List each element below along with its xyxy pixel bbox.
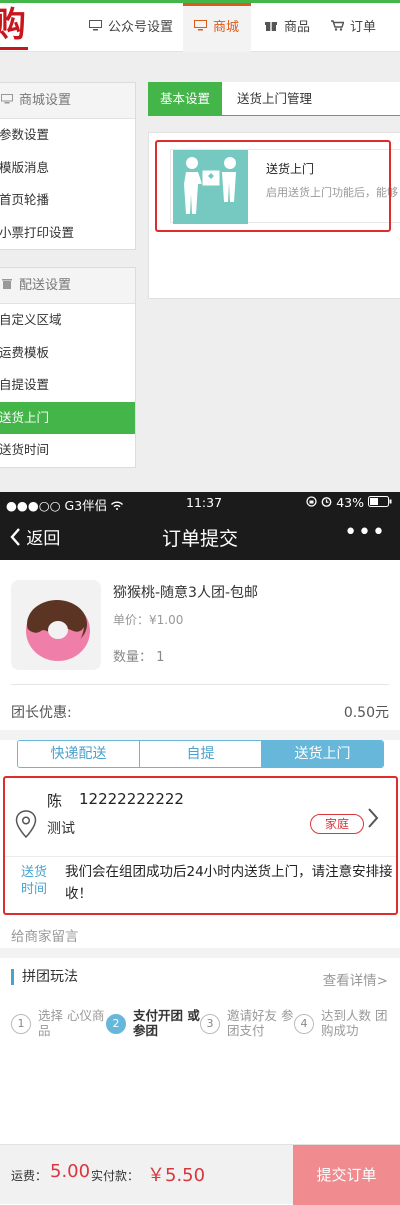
nav-shop[interactable]: 商城 <box>183 3 251 52</box>
delivery-time-label: 送货时间 <box>20 865 47 897</box>
merchant-message-input[interactable]: 给商家留言 <box>11 925 79 945</box>
nav-wechat-settings[interactable]: 公众号设置 <box>88 3 173 52</box>
highlight-box <box>155 140 391 232</box>
nav-goods[interactable]: 商品 <box>264 3 310 52</box>
menu-item-delivery-time[interactable]: 送货时间 <box>0 434 135 467</box>
divider <box>11 684 389 685</box>
carrier-text: ●●●○○ G3伴侣 <box>6 498 108 513</box>
menu-item-pickup[interactable]: 自提设置 <box>0 369 135 402</box>
shop-settings-header: 商城设置 <box>0 83 135 119</box>
section-gap <box>0 730 400 740</box>
admin-tabs: 基本设置 送货上门管理 <box>148 82 400 116</box>
delivery-settings-panel: 配送设置 自定义区域 运费模板 自提设置 送货上门 送货时间 <box>0 267 136 468</box>
address-detail: 测试 <box>47 821 75 837</box>
rotation-lock-icon <box>306 495 321 510</box>
tab-self-pickup[interactable]: 自提 <box>140 741 262 767</box>
address-section[interactable]: 陈 12222222222 测试 家庭 送货时间 我们会在组团成功后24小时内送… <box>3 776 398 915</box>
checkout-bar: 运费： 5.00 实付款： ￥5.50 提交订单 <box>0 1144 400 1205</box>
chevron-right-icon <box>367 808 379 834</box>
admin-screenshot: 购 公众号设置 商城 商品 订单 商城设置 参数设置 模版消息 首页轮播 小票打… <box>0 0 400 492</box>
shipping-fee-value: 5.00 <box>50 1161 91 1182</box>
cart-icon <box>330 3 344 52</box>
tab-express[interactable]: 快递配送 <box>18 741 140 767</box>
product-price: 单价：¥1.00 <box>113 613 184 627</box>
group-steps: 1 选择 心仪商品 2 支付开团 或参团 3 邀请好友 参团支付 4 达到人数 … <box>0 1008 400 1044</box>
amount-paid-value: ￥5.50 <box>147 1165 206 1186</box>
battery-percent: 43% <box>336 495 365 510</box>
product-info: 猕猴桃-随意3人团-包邮 单价：¥1.00 数量： 1 <box>0 560 400 684</box>
menu-item-carousel[interactable]: 首页轮播 <box>0 184 135 217</box>
tab-home-delivery-manage[interactable]: 送货上门管理 <box>237 82 312 116</box>
monitor-icon <box>1 94 13 104</box>
shipping-fee-label: 运费： <box>11 1169 48 1183</box>
battery-icon <box>368 495 392 510</box>
menu-item-shipping-template[interactable]: 运费模板 <box>0 337 135 370</box>
menu-item-params[interactable]: 参数设置 <box>0 119 135 152</box>
product-thumbnail <box>11 580 101 670</box>
phone-screenshot: ●●●○○ G3伴侣 11:37 43% 返回 订单提交 ••• 猕猴桃-随意3… <box>0 492 400 1205</box>
leader-discount-value: 0.50元 <box>343 705 389 721</box>
status-bar: ●●●○○ G3伴侣 11:37 43% <box>0 492 400 514</box>
menu-item-home-delivery[interactable]: 送货上门 <box>0 401 135 434</box>
monitor-icon <box>193 6 207 49</box>
trash-icon <box>2 279 12 289</box>
logo-text: 购 <box>0 5 26 45</box>
tab-basic-settings[interactable]: 基本设置 <box>148 82 222 116</box>
nav-orders[interactable]: 订单 <box>330 3 376 52</box>
menu-item-template-msg[interactable]: 模版消息 <box>0 152 135 185</box>
product-name: 猕猴桃-随意3人团-包邮 <box>113 585 259 601</box>
wifi-icon <box>111 498 124 513</box>
address-tag-badge: 家庭 <box>310 814 364 834</box>
delivery-time-notice: 我们会在组团成功后24小时内送货上门，请注意安排接收！ <box>65 864 393 902</box>
shop-settings-panel: 商城设置 参数设置 模版消息 首页轮播 小票打印设置 <box>0 82 136 250</box>
clock-text: 11:37 <box>186 495 223 510</box>
admin-topbar: 购 公众号设置 商城 商品 订单 <box>0 3 400 52</box>
donut-icon <box>26 600 90 661</box>
recipient-name: 陈 <box>47 792 63 810</box>
divider <box>5 856 396 857</box>
logo[interactable]: 购 <box>0 5 56 51</box>
page-title: 订单提交 <box>161 528 238 550</box>
tab-home-delivery[interactable]: 送货上门 <box>262 741 383 767</box>
nav-bar: 返回 订单提交 ••• <box>0 514 400 560</box>
section-gap <box>0 948 400 958</box>
more-button[interactable]: ••• <box>344 520 386 545</box>
amount-paid-label: 实付款： <box>91 1169 140 1183</box>
view-details-link[interactable]: 查看详情> <box>323 969 388 989</box>
leader-discount-label: 团长优惠: <box>11 705 72 721</box>
menu-item-custom-area[interactable]: 自定义区域 <box>0 304 135 337</box>
monitor-icon <box>88 3 102 52</box>
recipient-phone: 12222222222 <box>79 790 184 808</box>
submit-order-button[interactable]: 提交订单 <box>293 1145 400 1205</box>
alarm-icon <box>321 495 336 510</box>
location-pin-icon <box>15 810 37 839</box>
gift-icon <box>264 3 278 52</box>
group-rules-title: 拼团玩法 <box>11 969 78 985</box>
delivery-settings-header: 配送设置 <box>0 268 135 304</box>
menu-item-receipt-print[interactable]: 小票打印设置 <box>0 217 135 250</box>
product-quantity: 数量： 1 <box>113 650 165 665</box>
delivery-method-tabs: 快递配送 自提 送货上门 <box>17 740 384 768</box>
